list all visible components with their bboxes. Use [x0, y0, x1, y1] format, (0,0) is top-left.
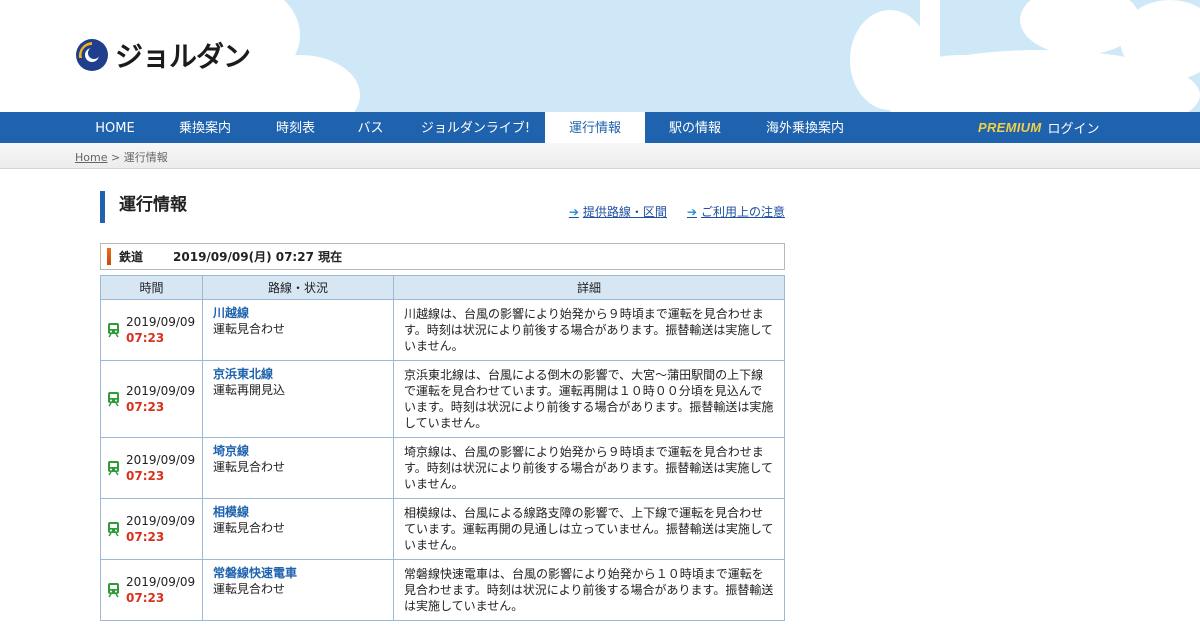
usage-notes-label: ご利用上の注意 — [700, 205, 785, 219]
train-icon — [108, 392, 119, 407]
page-links: ➔ 提供路線・区間 ➔ ご利用上の注意 — [569, 203, 785, 220]
nav-transfer[interactable]: 乗換案内 — [165, 112, 245, 143]
row-time: 07:23 — [126, 530, 165, 544]
line-status: 運転再開見込 — [213, 383, 286, 397]
line-cell: 川越線 運転見合わせ — [202, 299, 394, 361]
brand-name: ジョルダン — [115, 40, 251, 73]
login-link[interactable]: ログイン — [1048, 118, 1100, 137]
provided-lines-link[interactable]: ➔ 提供路線・区間 — [569, 203, 667, 220]
breadcrumb: Home > 運行情報 — [75, 149, 168, 165]
line-status: 運転見合わせ — [213, 322, 286, 336]
detail-cell: 川越線は、台風の影響により始発から９時頃まで運転を見合わせます。時刻は状況により… — [393, 299, 785, 361]
time-cell: 2019/09/09 07:23 — [100, 299, 203, 361]
line-status: 運転見合わせ — [213, 582, 286, 596]
line-status: 運転見合わせ — [213, 521, 286, 535]
page-title: 運行情報 — [100, 191, 187, 223]
section-marker — [107, 248, 111, 265]
train-icon — [108, 583, 119, 598]
header-time: 時間 — [100, 275, 203, 300]
row-date: 2019/09/09 — [126, 384, 196, 398]
section-header: 鉄道 2019/09/09(月) 07:27 現在 — [100, 243, 785, 270]
table-row: 2019/09/09 07:23 埼京線 運転見合わせ 埼京線は、台風の影響によ… — [100, 437, 785, 499]
train-icon — [108, 522, 119, 537]
usage-notes-link[interactable]: ➔ ご利用上の注意 — [687, 203, 785, 220]
row-time: 07:23 — [126, 591, 165, 605]
time-cell: 2019/09/09 07:23 — [100, 559, 203, 621]
detail-cell: 常磐線快速電車は、台風の影響により始発から１０時頃まで運転を見合わせます。時刻は… — [393, 559, 785, 621]
table-header-row: 時間 路線・状況 詳細 — [100, 275, 785, 300]
nav-home[interactable]: HOME — [75, 112, 155, 143]
detail-cell: 埼京線は、台風の影響により始発から９時頃まで運転を見合わせます。時刻は状況により… — [393, 437, 785, 499]
train-icon — [108, 323, 119, 338]
breadcrumb-bar: Home > 運行情報 — [0, 143, 1200, 169]
row-time: 07:23 — [126, 400, 165, 414]
line-name-link[interactable]: 京浜東北線 — [213, 366, 383, 382]
arrow-right-icon: ➔ — [568, 204, 579, 219]
jorudan-logo-icon — [76, 39, 108, 71]
line-cell: 常磐線快速電車 運転見合わせ — [202, 559, 394, 621]
breadcrumb-home-link[interactable]: Home — [75, 151, 107, 164]
line-cell: 京浜東北線 運転再開見込 — [202, 360, 394, 438]
row-date: 2019/09/09 — [126, 514, 196, 528]
row-date: 2019/09/09 — [126, 315, 196, 329]
logo[interactable]: ジョルダン — [75, 35, 251, 75]
service-info-table: 時間 路線・状況 詳細 2019/09/09 07:23 川越線 運転見合わせ … — [100, 275, 785, 621]
detail-cell: 相模線は、台風による線路支障の影響で、上下線で運転を見合わせています。運転再開の… — [393, 498, 785, 560]
row-date: 2019/09/09 — [126, 453, 196, 467]
time-cell: 2019/09/09 07:23 — [100, 498, 203, 560]
row-date: 2019/09/09 — [126, 575, 196, 589]
table-row: 2019/09/09 07:23 川越線 運転見合わせ 川越線は、台風の影響によ… — [100, 299, 785, 361]
premium-badge: PREMIUM — [978, 120, 1042, 135]
detail-cell: 京浜東北線は、台風による倒木の影響で、大宮〜蒲田駅間の上下線で運転を見合わせてい… — [393, 360, 785, 438]
table-row: 2019/09/09 07:23 常磐線快速電車 運転見合わせ 常磐線快速電車は… — [100, 559, 785, 621]
nav-overseas-transfer[interactable]: 海外乗換案内 — [750, 112, 860, 143]
premium-login[interactable]: PREMIUM ログイン — [978, 112, 1100, 143]
breadcrumb-separator: > — [110, 151, 121, 164]
line-name-link[interactable]: 埼京線 — [213, 443, 383, 459]
row-time: 07:23 — [126, 331, 165, 345]
section-label: 鉄道 — [119, 250, 144, 264]
line-cell: 相模線 運転見合わせ — [202, 498, 394, 560]
header-line-status: 路線・状況 — [202, 275, 394, 300]
section-timestamp: 2019/09/09(月) 07:27 現在 — [173, 250, 343, 264]
nav-service-info[interactable]: 運行情報 — [545, 112, 645, 143]
nav-timetable[interactable]: 時刻表 — [258, 112, 333, 143]
table-row: 2019/09/09 07:23 京浜東北線 運転再開見込 京浜東北線は、台風に… — [100, 360, 785, 438]
line-cell: 埼京線 運転見合わせ — [202, 437, 394, 499]
main-navbar: HOME 乗換案内 時刻表 バス ジョルダンライブ! 運行情報 駅の情報 海外乗… — [0, 112, 1200, 143]
nav-bus[interactable]: バス — [343, 112, 398, 143]
line-name-link[interactable]: 常磐線快速電車 — [213, 565, 383, 581]
header-detail: 詳細 — [393, 275, 785, 300]
provided-lines-label: 提供路線・区間 — [582, 205, 667, 219]
nav-station-info[interactable]: 駅の情報 — [655, 112, 735, 143]
breadcrumb-current: 運行情報 — [123, 151, 168, 164]
arrow-right-icon: ➔ — [686, 204, 697, 219]
nav-jorudan-live[interactable]: ジョルダンライブ! — [408, 112, 543, 143]
row-time: 07:23 — [126, 469, 165, 483]
time-cell: 2019/09/09 07:23 — [100, 360, 203, 438]
line-name-link[interactable]: 川越線 — [213, 305, 383, 321]
line-name-link[interactable]: 相模線 — [213, 504, 383, 520]
site-header: ジョルダン — [0, 0, 1200, 112]
table-row: 2019/09/09 07:23 相模線 運転見合わせ 相模線は、台風による線路… — [100, 498, 785, 560]
time-cell: 2019/09/09 07:23 — [100, 437, 203, 499]
train-icon — [108, 461, 119, 476]
line-status: 運転見合わせ — [213, 460, 286, 474]
